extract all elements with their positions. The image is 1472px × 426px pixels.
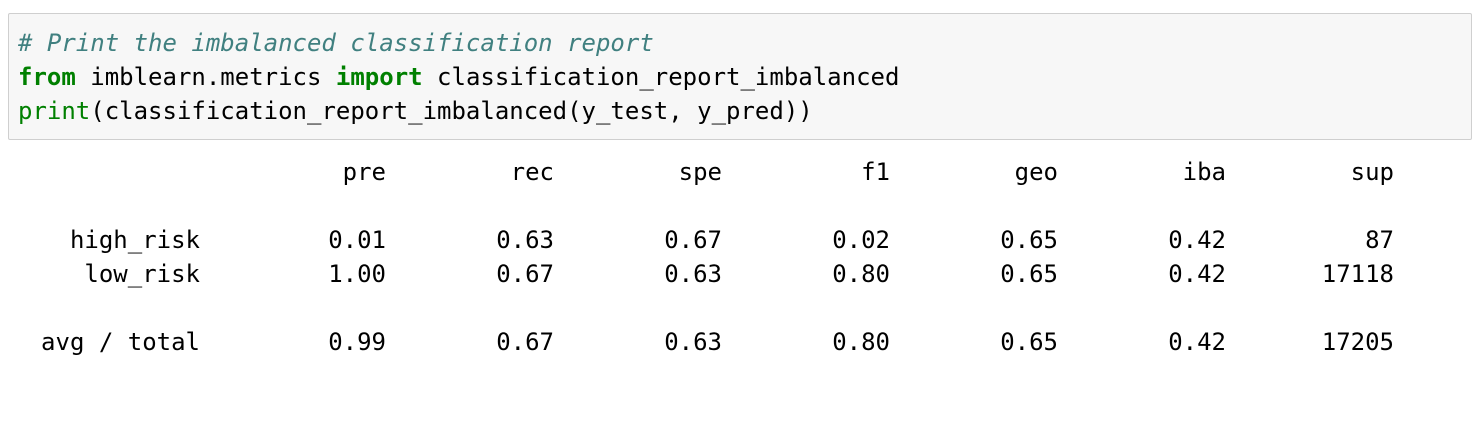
table-cell: 0.99 xyxy=(328,328,386,356)
table-cell: 0.65 xyxy=(1000,226,1058,254)
header-rec: rec xyxy=(510,158,554,186)
header-f1: f1 xyxy=(861,158,890,186)
table-cell: 0.80 xyxy=(832,328,890,356)
keyword-import: import xyxy=(335,63,423,91)
table-cell: 0.67 xyxy=(496,260,554,288)
keyword-from: from xyxy=(18,63,76,91)
header-iba: iba xyxy=(1182,158,1226,186)
header-pre: pre xyxy=(342,158,386,186)
table-cell: 0.63 xyxy=(664,260,722,288)
row-label-avg-total: avg / total xyxy=(41,328,200,356)
table-cell: 1.00 xyxy=(328,260,386,288)
table-cell: 0.63 xyxy=(664,328,722,356)
table-cell: 0.42 xyxy=(1168,226,1226,254)
code-cell-input[interactable]: # Print the imbalanced classification re… xyxy=(8,13,1472,140)
code-line-import: from imblearn.metrics import classificat… xyxy=(18,60,899,94)
table-cell: 0.65 xyxy=(1000,328,1058,356)
builtin-print: print xyxy=(18,97,91,125)
table-cell: 0.67 xyxy=(664,226,722,254)
table-cell: 0.42 xyxy=(1168,328,1226,356)
table-cell: 0.01 xyxy=(328,226,386,254)
code-line-print: print(classification_report_imbalanced(y… xyxy=(18,94,813,128)
code-line-comment: # Print the imbalanced classification re… xyxy=(18,26,654,60)
header-geo: geo xyxy=(1014,158,1058,186)
print-arguments: (classification_report_imbalanced(y_test… xyxy=(90,97,813,125)
table-cell: 17118 xyxy=(1321,260,1394,288)
header-sup: sup xyxy=(1350,158,1394,186)
code-comment: # Print the imbalanced classification re… xyxy=(18,29,654,57)
header-spe: spe xyxy=(678,158,722,186)
table-cell: 17205 xyxy=(1321,328,1394,356)
table-cell: 0.65 xyxy=(1000,260,1058,288)
imported-name: classification_report_imbalanced xyxy=(422,63,900,91)
table-cell: 0.80 xyxy=(832,260,890,288)
row-label-low-risk: low_risk xyxy=(84,260,200,288)
cell-output: pre rec spe f1 geo iba sup high_risk 0.0… xyxy=(0,150,1472,420)
table-cell: 0.67 xyxy=(496,328,554,356)
table-cell: 0.02 xyxy=(832,226,890,254)
row-label-high-risk: high_risk xyxy=(69,226,200,254)
table-cell: 0.42 xyxy=(1168,260,1226,288)
module-name: imblearn.metrics xyxy=(75,63,336,91)
table-cell: 87 xyxy=(1365,226,1394,254)
table-cell: 0.63 xyxy=(496,226,554,254)
